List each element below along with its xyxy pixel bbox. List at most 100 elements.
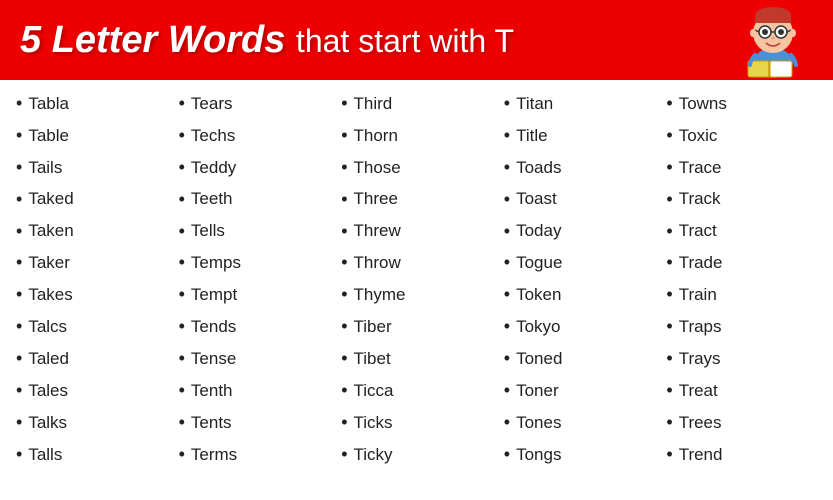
- word-label: Talls: [28, 442, 62, 468]
- word-label: Trees: [679, 410, 722, 436]
- word-label: Trays: [679, 346, 721, 372]
- bullet-icon: •: [666, 122, 672, 150]
- word-label: Takes: [28, 282, 72, 308]
- word-label: Towns: [679, 91, 727, 117]
- word-label: Terms: [191, 442, 237, 468]
- word-label: Taken: [28, 218, 73, 244]
- list-item: •Toner: [504, 375, 655, 407]
- word-label: Today: [516, 218, 561, 244]
- bullet-icon: •: [504, 154, 510, 182]
- bullet-icon: •: [341, 377, 347, 405]
- word-label: Taker: [28, 250, 70, 276]
- word-label: Ticks: [354, 410, 393, 436]
- list-item: •Three: [341, 184, 492, 216]
- bullet-icon: •: [16, 313, 22, 341]
- bullet-icon: •: [504, 377, 510, 405]
- list-item: •Track: [666, 184, 817, 216]
- word-label: Techs: [191, 123, 235, 149]
- list-item: •Talls: [16, 439, 167, 471]
- bullet-icon: •: [179, 377, 185, 405]
- word-label: Taked: [28, 186, 73, 212]
- list-item: •Threw: [341, 216, 492, 248]
- word-label: Tempt: [191, 282, 237, 308]
- word-label: Tones: [516, 410, 561, 436]
- bullet-icon: •: [179, 409, 185, 437]
- bullet-icon: •: [16, 377, 22, 405]
- bullet-icon: •: [666, 154, 672, 182]
- word-label: Tends: [191, 314, 236, 340]
- bullet-icon: •: [179, 345, 185, 373]
- word-label: Tense: [191, 346, 236, 372]
- list-item: •Thorn: [341, 120, 492, 152]
- list-item: •Tents: [179, 407, 330, 439]
- list-item: •Togue: [504, 247, 655, 279]
- bullet-icon: •: [504, 345, 510, 373]
- bullet-icon: •: [504, 441, 510, 469]
- bullet-icon: •: [341, 441, 347, 469]
- word-label: Tongs: [516, 442, 561, 468]
- list-item: •Titan: [504, 88, 655, 120]
- word-label: Tails: [28, 155, 62, 181]
- bullet-icon: •: [16, 154, 22, 182]
- list-item: •Terms: [179, 439, 330, 471]
- word-column-3: •Third•Thorn•Those•Three•Threw•Throw•Thy…: [335, 88, 498, 492]
- bullet-icon: •: [179, 313, 185, 341]
- list-item: •Temps: [179, 247, 330, 279]
- word-label: Three: [354, 186, 398, 212]
- word-label: Toast: [516, 186, 557, 212]
- list-item: •Title: [504, 120, 655, 152]
- bullet-icon: •: [666, 313, 672, 341]
- header: 5 Letter Words that start with T: [0, 0, 833, 80]
- word-label: Toner: [516, 378, 559, 404]
- bullet-icon: •: [666, 249, 672, 277]
- list-item: •Tongs: [504, 439, 655, 471]
- list-item: •Tends: [179, 311, 330, 343]
- list-item: •Toast: [504, 184, 655, 216]
- bullet-icon: •: [179, 154, 185, 182]
- word-label: Taled: [28, 346, 69, 372]
- bullet-icon: •: [666, 441, 672, 469]
- word-label: Teeth: [191, 186, 233, 212]
- list-item: •Taled: [16, 343, 167, 375]
- list-item: •Trend: [666, 439, 817, 471]
- bullet-icon: •: [179, 281, 185, 309]
- word-label: Tract: [679, 218, 717, 244]
- list-item: •Ticks: [341, 407, 492, 439]
- word-label: Tenth: [191, 378, 233, 404]
- word-label: Treat: [679, 378, 718, 404]
- word-label: Threw: [354, 218, 401, 244]
- word-label: Teddy: [191, 155, 236, 181]
- word-list-content: •Tabla•Table•Tails•Taked•Taken•Taker•Tak…: [0, 80, 833, 500]
- word-label: Tabla: [28, 91, 69, 117]
- word-label: Toned: [516, 346, 562, 372]
- word-label: Third: [354, 91, 393, 117]
- bullet-icon: •: [341, 154, 347, 182]
- bullet-icon: •: [16, 90, 22, 118]
- list-item: • Third: [341, 88, 492, 120]
- list-item: •Toned: [504, 343, 655, 375]
- bullet-icon: •: [341, 90, 347, 118]
- list-item: •Ticca: [341, 375, 492, 407]
- word-label: Titan: [516, 91, 553, 117]
- bullet-icon: •: [666, 90, 672, 118]
- list-item: •Tears: [179, 88, 330, 120]
- list-item: •Taked: [16, 184, 167, 216]
- list-item: •Tempt: [179, 279, 330, 311]
- bullet-icon: •: [666, 281, 672, 309]
- word-label: Thorn: [354, 123, 398, 149]
- list-item: •Taken: [16, 216, 167, 248]
- bullet-icon: •: [666, 377, 672, 405]
- word-label: Tells: [191, 218, 225, 244]
- list-item: •Table: [16, 120, 167, 152]
- word-label: Title: [516, 123, 548, 149]
- word-label: Ticky: [354, 442, 393, 468]
- list-item: •Tokyo: [504, 311, 655, 343]
- word-label: Toxic: [679, 123, 718, 149]
- word-label: Talcs: [28, 314, 67, 340]
- word-label: Tales: [28, 378, 68, 404]
- list-item: •Takes: [16, 279, 167, 311]
- bullet-icon: •: [16, 409, 22, 437]
- word-column-4: •Titan•Title•Toads•Toast•Today•Togue•Tok…: [498, 88, 661, 492]
- word-label: Toads: [516, 155, 561, 181]
- mascot-icon: [733, 3, 813, 78]
